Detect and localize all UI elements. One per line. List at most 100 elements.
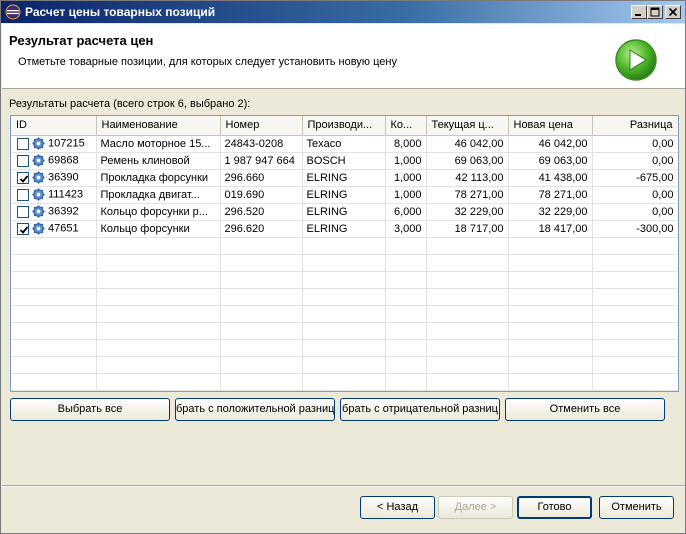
empty-cell — [426, 322, 509, 340]
column-header-diff[interactable]: Разница — [592, 116, 678, 136]
column-header-name[interactable]: Наименование — [96, 116, 221, 136]
back-button[interactable]: < Назад — [360, 496, 435, 519]
empty-cell — [426, 305, 509, 323]
empty-cell — [302, 356, 386, 374]
empty-cell — [11, 288, 97, 306]
column-header-id[interactable]: ID — [11, 116, 97, 136]
empty-cell — [426, 254, 509, 272]
row-id: 107215 — [48, 137, 85, 150]
empty-table-row — [11, 254, 678, 272]
empty-table-row — [11, 237, 678, 255]
empty-cell — [302, 305, 386, 323]
empty-cell — [426, 288, 509, 306]
empty-cell — [385, 322, 427, 340]
empty-table-row — [11, 339, 678, 357]
cell-id: 36392 — [11, 203, 97, 221]
empty-cell — [592, 356, 678, 374]
gear-icon — [32, 171, 45, 184]
deselect-all-button[interactable]: Отменить все — [505, 398, 665, 421]
gear-icon — [32, 188, 45, 201]
cell-new-price: 18 417,00 — [508, 220, 593, 238]
next-button[interactable]: Далее > — [438, 496, 513, 519]
empty-cell — [385, 271, 427, 289]
title-bar[interactable]: Расчет цены товарных позиций — [1, 1, 685, 23]
empty-cell — [96, 356, 221, 374]
table-row[interactable]: 107215 Масло моторное 15... 24843-0208 Texa… — [11, 135, 678, 153]
maximize-button[interactable] — [647, 5, 663, 19]
empty-cell — [508, 356, 593, 374]
cancel-button[interactable]: Отменить — [599, 496, 674, 519]
play-icon — [615, 39, 657, 81]
empty-table-row — [11, 322, 678, 340]
gear-icon — [32, 154, 45, 167]
select-all-button[interactable]: Выбрать все — [10, 398, 170, 421]
empty-cell — [220, 288, 303, 306]
empty-cell — [96, 254, 221, 272]
cell-new-price: 32 229,00 — [508, 203, 593, 221]
cell-id: 47651 — [11, 220, 97, 238]
empty-cell — [508, 254, 593, 272]
cell-id: 107215 — [11, 135, 97, 153]
empty-cell — [508, 288, 593, 306]
empty-cell — [302, 237, 386, 255]
empty-cell — [592, 305, 678, 323]
eclipse-icon — [5, 4, 21, 20]
row-checkbox[interactable] — [17, 188, 29, 201]
column-header-new-price[interactable]: Новая цена — [508, 116, 593, 136]
table-header-row: ID Наименование Номер Производи... Ко...… — [11, 116, 678, 136]
cell-current-price: 42 113,00 — [426, 169, 509, 187]
empty-cell — [302, 322, 386, 340]
cell-maker: ELRING — [302, 169, 386, 187]
empty-cell — [385, 339, 427, 357]
window-title: Расчет цены товарных позиций — [25, 5, 216, 19]
cell-maker: ELRING — [302, 220, 386, 238]
empty-cell — [11, 373, 97, 391]
empty-cell — [508, 339, 593, 357]
empty-cell — [96, 322, 221, 340]
table-row[interactable]: 47651 Кольцо форсунки 296.620 ELRING 3,000 18… — [11, 220, 678, 238]
cell-number: 296.660 — [220, 169, 303, 187]
cell-new-price: 78 271,00 — [508, 186, 593, 204]
empty-table-row — [11, 356, 678, 374]
empty-cell — [220, 322, 303, 340]
empty-cell — [508, 305, 593, 323]
cell-diff: 0,00 — [592, 152, 678, 170]
empty-cell — [592, 237, 678, 255]
empty-table-row — [11, 305, 678, 323]
cell-qty: 6,000 — [385, 203, 427, 221]
finish-button[interactable]: Готово — [517, 496, 592, 519]
cell-qty: 1,000 — [385, 152, 427, 170]
cell-name: Прокладка двигат... — [96, 186, 221, 204]
empty-cell — [508, 373, 593, 391]
row-checkbox[interactable] — [17, 171, 29, 184]
row-id: 36390 — [48, 171, 79, 184]
empty-cell — [96, 305, 221, 323]
select-positive-button[interactable]: брать с положительной разниц — [175, 398, 335, 421]
table-row[interactable]: 36390 Прокладка форсунки 296.660 ELRING 1,00… — [11, 169, 678, 187]
close-button[interactable] — [665, 5, 681, 19]
select-negative-button[interactable]: брать с отрицательной разниц — [340, 398, 500, 421]
table-row[interactable]: 111423 Прокладка двигат... 019.690 ELRING 1,… — [11, 186, 678, 204]
cell-name: Масло моторное 15... — [96, 135, 221, 153]
column-header-current-price[interactable]: Текущая ц... — [426, 116, 509, 136]
empty-cell — [385, 356, 427, 374]
table-row[interactable]: 36392 Кольцо форсунки р... 296.520 ELRING 6,… — [11, 203, 678, 221]
row-checkbox[interactable] — [17, 205, 29, 218]
column-header-maker[interactable]: Производи... — [302, 116, 386, 136]
row-checkbox[interactable] — [17, 222, 29, 235]
empty-cell — [385, 254, 427, 272]
minimize-button[interactable] — [631, 5, 647, 19]
column-header-number[interactable]: Номер — [220, 116, 303, 136]
cell-new-price: 46 042,00 — [508, 135, 593, 153]
empty-cell — [592, 322, 678, 340]
empty-cell — [385, 237, 427, 255]
cell-number: 019.690 — [220, 186, 303, 204]
column-header-qty[interactable]: Ко... — [385, 116, 427, 136]
cell-maker: Texaco — [302, 135, 386, 153]
row-checkbox[interactable] — [17, 137, 29, 150]
cell-maker: ELRING — [302, 203, 386, 221]
cell-current-price: 32 229,00 — [426, 203, 509, 221]
table-row[interactable]: 69868 Ремень клиновой 1 987 947 664 BOSCH 1,… — [11, 152, 678, 170]
row-checkbox[interactable] — [17, 154, 29, 167]
cell-number: 1 987 947 664 — [220, 152, 303, 170]
